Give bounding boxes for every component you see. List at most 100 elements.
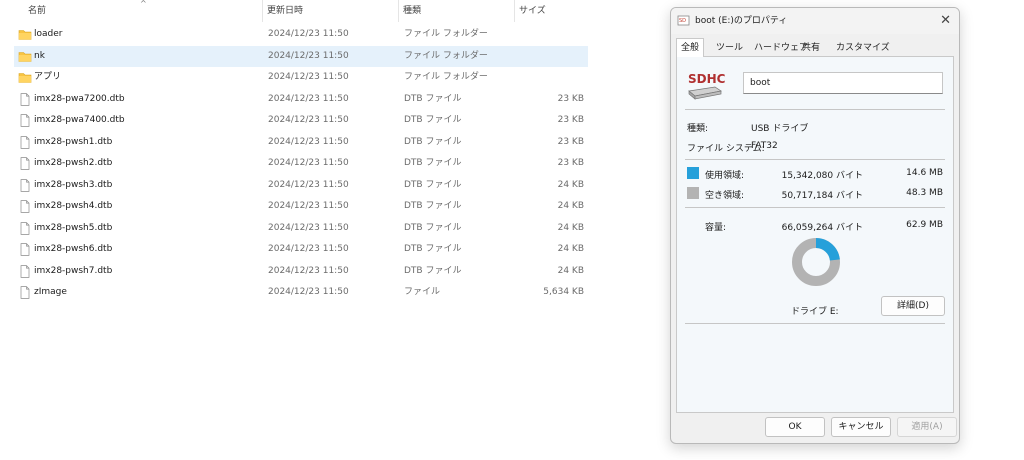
dialog-tabs: 全般 ツール ハードウェア 共有 カスタマイズ bbox=[676, 38, 954, 57]
file-row[interactable]: imx28-pwsh3.dtb 2024/12/23 11:50 DTB ファイル 2… bbox=[14, 175, 588, 196]
file-type: DTB ファイル bbox=[404, 244, 462, 254]
tab-sharing[interactable]: 共有 bbox=[798, 40, 824, 56]
file-icon bbox=[18, 178, 32, 192]
dialog-titlebar[interactable]: SD boot (E:)のプロパティ ✕ bbox=[671, 8, 959, 34]
folder-icon bbox=[18, 50, 32, 63]
file-row[interactable]: zImage 2024/12/23 11:50 ファイル 5,634 KB bbox=[14, 282, 588, 303]
divider bbox=[685, 159, 945, 160]
file-icon bbox=[18, 286, 32, 299]
cancel-button[interactable]: キャンセル bbox=[831, 417, 891, 437]
file-icon bbox=[18, 264, 32, 278]
folder-icon bbox=[18, 28, 32, 41]
file-size: 23 KB bbox=[557, 158, 584, 168]
sort-ascending-icon: ^ bbox=[140, 0, 147, 8]
divider bbox=[685, 323, 945, 324]
column-header-date[interactable]: 更新日時 bbox=[262, 0, 396, 22]
file-name: imx28-pwa7200.dtb bbox=[34, 93, 125, 104]
file-date: 2024/12/23 11:50 bbox=[268, 201, 349, 211]
file-row[interactable]: imx28-pwsh5.dtb 2024/12/23 11:50 DTB ファイル 2… bbox=[14, 218, 588, 239]
file-name: imx28-pwa7400.dtb bbox=[34, 115, 125, 125]
folder-icon bbox=[18, 71, 32, 84]
column-headers: 名前 ^ 更新日時 種類 サイズ bbox=[0, 0, 600, 22]
file-name: zImage bbox=[34, 287, 67, 297]
file-icon bbox=[18, 114, 32, 127]
file-name: imx28-pwsh5.dtb bbox=[34, 222, 113, 233]
ok-button[interactable]: OK bbox=[765, 417, 825, 437]
file-row[interactable]: nk 2024/12/23 11:50 ファイル フォルダー bbox=[14, 45, 588, 67]
tab-customize[interactable]: カスタマイズ bbox=[832, 40, 894, 56]
file-type: ファイル フォルダー bbox=[404, 29, 488, 39]
file-date: 2024/12/23 11:50 bbox=[268, 50, 349, 61]
file-date: 2024/12/23 11:50 bbox=[268, 29, 349, 39]
file-date: 2024/12/23 11:50 bbox=[268, 222, 349, 233]
file-size: 24 KB bbox=[557, 265, 584, 276]
used-space-label: 使用領域: bbox=[705, 171, 745, 181]
usage-donut-chart bbox=[792, 238, 840, 286]
file-size bbox=[514, 67, 584, 88]
file-row[interactable]: imx28-pwsh2.dtb 2024/12/23 11:50 DTB ファイル 2… bbox=[14, 153, 588, 174]
free-space-size: 48.3 MB bbox=[906, 188, 943, 198]
file-size: 24 KB bbox=[557, 222, 584, 233]
used-space-size: 14.6 MB bbox=[906, 168, 943, 178]
capacity-bytes: 66,059,264 バイト bbox=[781, 223, 863, 233]
filesystem-value: FAT32 bbox=[751, 141, 778, 151]
divider bbox=[685, 207, 945, 208]
file-date: 2024/12/23 11:50 bbox=[268, 265, 349, 276]
column-header-size[interactable]: サイズ bbox=[514, 0, 590, 22]
file-icon bbox=[18, 135, 32, 149]
file-row[interactable]: アプリ 2024/12/23 11:50 ファイル フォルダー bbox=[14, 67, 588, 88]
file-icon bbox=[18, 92, 32, 106]
svg-text:SD: SD bbox=[679, 18, 686, 24]
type-value: USB ドライブ bbox=[751, 124, 809, 134]
divider bbox=[685, 109, 945, 110]
file-row[interactable]: imx28-pwa7200.dtb 2024/12/23 11:50 DTB ファイ… bbox=[14, 89, 588, 110]
file-size bbox=[514, 24, 584, 45]
tab-general[interactable]: 全般 bbox=[676, 38, 705, 57]
properties-dialog: SD boot (E:)のプロパティ ✕ 全般 ツール ハードウェア 共有 カス… bbox=[670, 7, 960, 444]
file-row[interactable]: imx28-pwsh7.dtb 2024/12/23 11:50 DTB ファイル 2… bbox=[14, 261, 588, 282]
file-name: imx28-pwsh2.dtb bbox=[34, 158, 113, 168]
file-type: ファイル フォルダー bbox=[404, 50, 488, 61]
file-type: DTB ファイル bbox=[404, 93, 462, 104]
file-date: 2024/12/23 11:50 bbox=[268, 115, 349, 125]
file-name: imx28-pwsh3.dtb bbox=[34, 179, 113, 190]
file-type: DTB ファイル bbox=[404, 265, 462, 276]
apply-button[interactable]: 適用(A) bbox=[897, 417, 957, 437]
file-date: 2024/12/23 11:50 bbox=[268, 158, 349, 168]
file-type: DTB ファイル bbox=[404, 158, 462, 168]
type-label: 種類: bbox=[687, 124, 709, 134]
file-icon bbox=[18, 221, 32, 235]
file-type: DTB ファイル bbox=[404, 222, 462, 233]
file-date: 2024/12/23 11:50 bbox=[268, 72, 349, 82]
file-date: 2024/12/23 11:50 bbox=[268, 244, 349, 254]
file-size: 23 KB bbox=[557, 136, 584, 147]
file-icon bbox=[18, 157, 32, 170]
general-tab-panel: SDHC boot 種類: USB ドライブ ファイル システム: FAT32 … bbox=[676, 56, 954, 413]
file-row[interactable]: imx28-pwsh6.dtb 2024/12/23 11:50 DTB ファイル 2… bbox=[14, 239, 588, 260]
close-icon[interactable]: ✕ bbox=[940, 8, 951, 34]
file-name: loader bbox=[34, 29, 63, 39]
file-type: ファイル bbox=[404, 287, 441, 297]
file-size: 24 KB bbox=[557, 201, 584, 211]
tab-tools[interactable]: ツール bbox=[712, 40, 747, 56]
file-icon bbox=[18, 243, 32, 256]
sdhc-drive-icon: SDHC bbox=[688, 72, 725, 100]
file-row[interactable]: imx28-pwsh1.dtb 2024/12/23 11:50 DTB ファイル 2… bbox=[14, 132, 588, 153]
file-row[interactable]: imx28-pwa7400.dtb 2024/12/23 11:50 DTB ファイ… bbox=[14, 110, 588, 131]
file-row[interactable]: loader 2024/12/23 11:50 ファイル フォルダー bbox=[14, 24, 588, 45]
capacity-label: 容量: bbox=[705, 223, 727, 233]
file-size: 5,634 KB bbox=[543, 287, 584, 297]
file-size: 24 KB bbox=[557, 244, 584, 254]
details-button[interactable]: 詳細(D) bbox=[881, 296, 945, 316]
dialog-footer: OK キャンセル 適用(A) bbox=[671, 414, 959, 443]
file-date: 2024/12/23 11:50 bbox=[268, 179, 349, 190]
capacity-size: 62.9 MB bbox=[906, 220, 943, 230]
free-space-swatch bbox=[687, 187, 699, 199]
free-space-bytes: 50,717,184 バイト bbox=[781, 191, 863, 201]
volume-label-input[interactable]: boot bbox=[743, 72, 943, 94]
file-list-pane: 名前 ^ 更新日時 種類 サイズ loader 2024/12/23 11:50 フ… bbox=[0, 0, 600, 460]
file-date: 2024/12/23 11:50 bbox=[268, 136, 349, 147]
file-name: imx28-pwsh4.dtb bbox=[34, 201, 113, 211]
file-row[interactable]: imx28-pwsh4.dtb 2024/12/23 11:50 DTB ファイル 2… bbox=[14, 196, 588, 217]
column-header-type[interactable]: 種類 bbox=[398, 0, 512, 22]
